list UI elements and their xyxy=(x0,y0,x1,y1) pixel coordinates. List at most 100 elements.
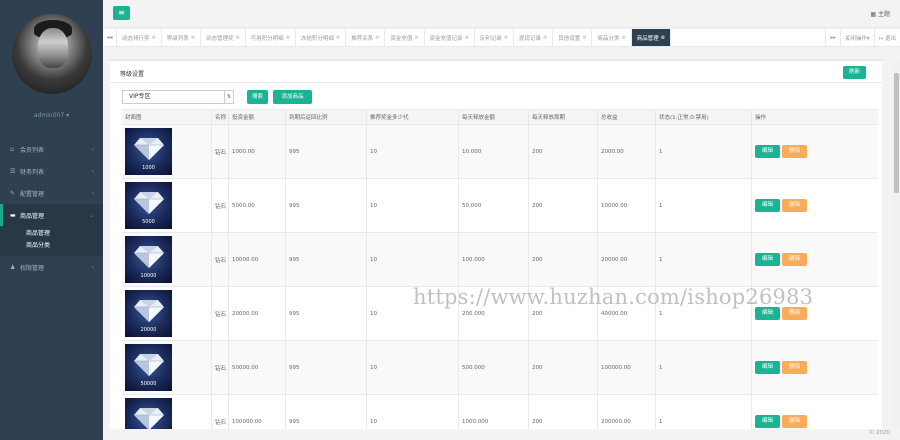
close-icon[interactable]: ⊗ xyxy=(543,35,547,41)
cell-cycle: 200 xyxy=(528,125,597,178)
product-image: 100000 xyxy=(125,398,172,429)
close-icon[interactable]: ⊗ xyxy=(621,35,625,41)
cell-gen: 10 xyxy=(366,233,458,286)
chevron-icon: ⌄ xyxy=(88,211,94,219)
cover-cell: 10000 xyxy=(122,233,211,286)
vertical-scrollbar[interactable] xyxy=(893,59,900,429)
edit-button[interactable]: 编辑 xyxy=(755,415,780,428)
tab-label: 可用积分明细 xyxy=(250,35,284,42)
tab-4[interactable]: 冻结积分明细 ⊗ xyxy=(296,29,347,46)
panel-title: 等级设置 xyxy=(120,71,145,78)
product-image: 50000 xyxy=(125,344,172,391)
close-icon[interactable]: ⊗ xyxy=(465,35,469,41)
product-image: 20000 xyxy=(125,290,172,337)
actions-cell: 编辑 删除 xyxy=(751,125,878,178)
cell-name: 钻石 xyxy=(211,125,228,178)
column-header: 名称 xyxy=(211,110,228,124)
column-header: 总收益 xyxy=(597,110,655,124)
chevron-icon: ‹ xyxy=(91,145,94,153)
cover-cell: 1000 xyxy=(122,125,211,178)
edit-button[interactable]: 编辑 xyxy=(755,145,780,158)
column-header: 推荐奖金多少代 xyxy=(366,110,458,124)
tab-0[interactable]: 动态排行奖 ⊗ xyxy=(117,29,162,46)
tab-12[interactable]: 商品管理 ⊗ xyxy=(631,29,671,46)
cell-invest: 10000.00 xyxy=(228,233,285,286)
sidebar-item-label: 会员列表 xyxy=(20,146,45,154)
select-arrow-icon: ⇅ xyxy=(224,91,233,103)
tab-scroll-right-button[interactable]: ▸▸ xyxy=(825,29,840,46)
row-actions: 编辑 删除 xyxy=(755,145,807,158)
category-select[interactable]: VIP专区 ⇅ xyxy=(122,90,234,104)
table-row: 5000 钻石 5000.00 995 10 50.000 200 10000.00 1 编辑 删除 xyxy=(122,179,878,233)
tab-9[interactable]: 提现记录 ⊗ xyxy=(514,29,554,46)
sidebar-subitem-1[interactable]: 商品分类 xyxy=(0,240,103,252)
tab-3[interactable]: 可用积分明细 ⊗ xyxy=(246,29,296,46)
delete-button[interactable]: 删除 xyxy=(782,145,807,158)
avatar[interactable] xyxy=(12,14,92,94)
close-operations-dropdown[interactable]: 关闭操作▾ xyxy=(839,29,874,46)
footer-copyright: © 2020 xyxy=(868,430,890,436)
tab-8[interactable]: 反利记录 ⊗ xyxy=(475,29,514,46)
tab-11[interactable]: 商品分类 ⊗ xyxy=(592,29,632,46)
close-icon[interactable]: ⊗ xyxy=(191,35,195,41)
tab-1[interactable]: 等级列表 ⊗ xyxy=(162,29,201,46)
sidebar-item-4[interactable]: ♟ 权限管理 ‹ xyxy=(0,256,103,278)
sidebar-item-2[interactable]: ✎ 配置管理 ‹ xyxy=(0,182,103,204)
cell-invest: 5000.00 xyxy=(228,179,285,232)
user-name-dropdown[interactable]: admin007 ▾ xyxy=(0,112,103,119)
logout-button[interactable]: ↦ 退出 xyxy=(873,29,900,46)
cell-cycle: 200 xyxy=(528,341,597,394)
close-icon[interactable]: ⊗ xyxy=(504,35,508,41)
tab-5[interactable]: 推荐关系 ⊗ xyxy=(346,29,386,46)
search-button[interactable]: 搜索 xyxy=(247,90,268,104)
cell-ratio: 995 xyxy=(285,179,366,232)
close-icon[interactable]: ⊗ xyxy=(661,35,665,41)
edit-button[interactable]: 编辑 xyxy=(755,253,780,266)
actions-cell: 编辑 删除 xyxy=(751,179,878,232)
refresh-button[interactable]: 刷新 xyxy=(843,66,866,79)
delete-button[interactable]: 删除 xyxy=(782,307,807,320)
close-icon[interactable]: ⊗ xyxy=(375,35,379,41)
theme-button[interactable]: ▦ 主题 xyxy=(870,9,890,18)
close-icon[interactable]: ⊗ xyxy=(414,35,418,41)
delete-button[interactable]: 删除 xyxy=(782,415,807,428)
edit-button[interactable]: 编辑 xyxy=(755,199,780,212)
close-icon[interactable]: ⊗ xyxy=(235,35,239,41)
add-product-button[interactable]: 添加商品 xyxy=(273,90,312,104)
column-header: 投资金额 xyxy=(228,110,285,124)
scrollbar-thumb[interactable] xyxy=(894,73,899,193)
tab-label: 商品管理 xyxy=(636,35,659,42)
sidebar-subitem-0[interactable]: 商品管理 xyxy=(0,228,103,240)
avatar-face xyxy=(38,28,68,68)
tab-2[interactable]: 动态管理奖 ⊗ xyxy=(201,29,246,46)
chevron-icon: ‹ xyxy=(91,263,94,271)
cover-cell: 50000 xyxy=(122,341,211,394)
product-image: 10000 xyxy=(125,236,172,283)
sidebar-item-1[interactable]: ☰ 财务列表 ‹ xyxy=(0,160,103,182)
row-actions: 编辑 删除 xyxy=(755,253,807,266)
diamond-icon xyxy=(134,190,164,214)
edit-button[interactable]: 编辑 xyxy=(755,361,780,374)
category-select-value: VIP专区 xyxy=(129,93,151,100)
edit-button[interactable]: 编辑 xyxy=(755,307,780,320)
product-table: 封面图 名称 投资金额 到期后返回比例 推荐奖金多少代 每天释放金额 每天释放周期 总收益 状态… xyxy=(122,109,878,429)
cell-invest: 100000.00 xyxy=(228,395,285,429)
delete-button[interactable]: 删除 xyxy=(782,199,807,212)
tab-list: 动态排行奖 ⊗ 等级列表 ⊗ 动态管理奖 ⊗ 可用积分明细 ⊗ 冻结积分明细 ⊗ 推荐关系 ⊗ 资金充值… xyxy=(117,29,825,46)
tab-scroll-left-button[interactable]: ◂◂ xyxy=(103,29,117,46)
cell-status: 1 xyxy=(655,395,751,429)
close-icon[interactable]: ⊗ xyxy=(582,35,586,41)
sidebar-item-0[interactable]: ⌂ 会员列表 ‹ xyxy=(0,138,103,160)
sidebar-item-label: 商品管理 xyxy=(20,212,45,220)
tab-7[interactable]: 资金充值记录 ⊗ xyxy=(425,29,475,46)
sidebar-item-3[interactable]: ▬ 商品管理 ⌄ xyxy=(0,204,103,226)
tab-6[interactable]: 资金充值 ⊗ xyxy=(385,29,425,46)
delete-button[interactable]: 删除 xyxy=(782,361,807,374)
delete-button[interactable]: 删除 xyxy=(782,253,807,266)
close-icon[interactable]: ⊗ xyxy=(336,35,340,41)
close-icon[interactable]: ⊗ xyxy=(152,35,156,41)
tab-10[interactable]: 其他设置 ⊗ xyxy=(553,29,593,46)
menu-toggle-button[interactable]: ≡ xyxy=(113,6,130,20)
close-icon[interactable]: ⊗ xyxy=(286,35,290,41)
cell-gen: 10 xyxy=(366,125,458,178)
